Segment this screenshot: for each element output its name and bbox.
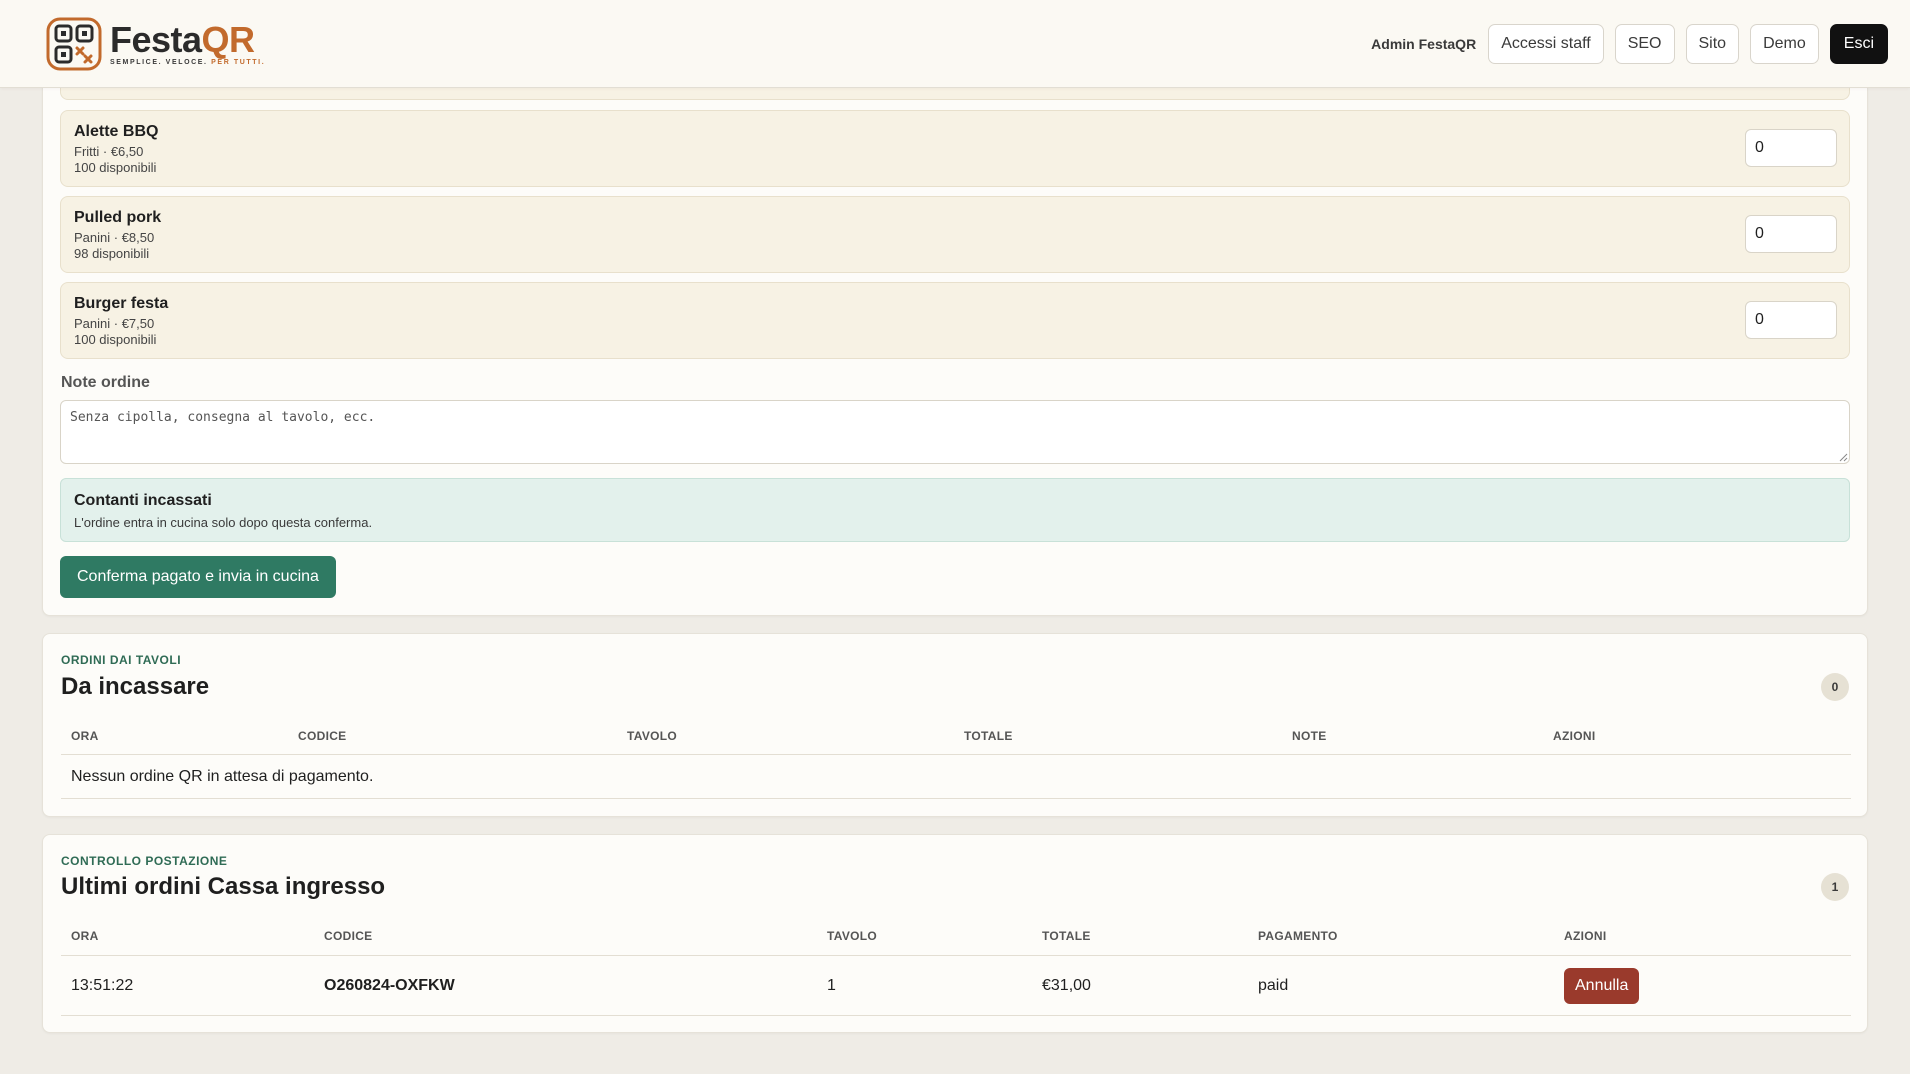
recent-eyebrow: CONTROLLO POSTAZIONE	[61, 854, 228, 868]
product-name: Pulled pork	[74, 209, 162, 226]
product-row: Alette BBQ Fritti · €6,50 100 disponibil…	[60, 110, 1850, 187]
staff-access-button[interactable]: Accessi staff	[1488, 24, 1604, 64]
column-header: NOTE	[1292, 729, 1327, 743]
product-row: Burger festa Panini · €7,50 100 disponib…	[60, 282, 1850, 359]
resize-grip-icon[interactable]	[1838, 452, 1848, 462]
order-notes-label: Note ordine	[61, 374, 150, 391]
table-divider	[61, 754, 1851, 755]
product-meta: Fritti · €6,50 100 disponibili	[74, 144, 156, 176]
order-code: O260824-OXFKW	[324, 977, 455, 994]
brand-tagline-main: SEMPLICE. VELOCE.	[110, 59, 208, 66]
brand-tagline: SEMPLICE. VELOCE. PER TUTTI.	[110, 59, 265, 66]
table-divider	[61, 798, 1851, 799]
product-availability: 98 disponibili	[74, 246, 150, 261]
table-divider	[61, 955, 1851, 956]
product-category-price: Panini · €7,50	[74, 316, 155, 331]
product-category-price: Fritti · €6,50	[74, 144, 144, 159]
product-availability: 100 disponibili	[74, 160, 157, 175]
column-header: TAVOLO	[827, 929, 878, 943]
product-meta: Panini · €7,50 100 disponibili	[74, 316, 156, 348]
brand-name-part1: Festa	[110, 19, 202, 60]
order-payment-status: paid	[1258, 977, 1289, 994]
column-header: TOTALE	[1042, 929, 1091, 943]
product-name: Alette BBQ	[74, 123, 159, 140]
brand-name: FestaQR	[110, 22, 265, 58]
product-row: Pulled pork Panini · €8,50 98 disponibil…	[60, 196, 1850, 273]
cash-collected-title: Contanti incassati	[74, 492, 212, 509]
seo-button[interactable]: SEO	[1614, 24, 1675, 64]
pending-orders-card: ORDINI DAI TAVOLI Da incassare 0 ORA COD…	[42, 633, 1868, 817]
qr-logo-icon	[46, 17, 102, 71]
order-total: €31,00	[1042, 977, 1091, 994]
pending-count-badge: 0	[1821, 673, 1849, 701]
column-header: AZIONI	[1553, 729, 1596, 743]
festaqr-logo[interactable]: FestaQR SEMPLICE. VELOCE. PER TUTTI.	[46, 17, 265, 71]
column-header: TAVOLO	[627, 729, 678, 743]
top-bar: FestaQR SEMPLICE. VELOCE. PER TUTTI. Adm…	[0, 0, 1910, 88]
pending-eyebrow: ORDINI DAI TAVOLI	[61, 653, 182, 667]
table-divider	[61, 1015, 1851, 1016]
product-quantity-input[interactable]: 0	[1745, 215, 1837, 253]
recent-count-badge: 1	[1821, 873, 1849, 901]
pending-title: Da incassare	[61, 673, 210, 700]
logout-button[interactable]: Esci	[1829, 24, 1888, 64]
product-quantity-input[interactable]: 0	[1745, 129, 1837, 167]
column-header: ORA	[71, 929, 99, 943]
column-header: PAGAMENTO	[1258, 929, 1338, 943]
order-table: 1	[827, 977, 836, 994]
column-header: AZIONI	[1564, 929, 1607, 943]
brand-tagline-accent: PER TUTTI.	[211, 59, 266, 66]
column-header: ORA	[71, 729, 99, 743]
admin-label: Admin FestaQR	[1371, 36, 1477, 52]
confirm-paid-button[interactable]: Conferma pagato e invia in cucina	[60, 556, 336, 598]
column-header: CODICE	[324, 929, 373, 943]
empty-state-message: Nessun ordine QR in attesa di pagamento.	[71, 768, 374, 785]
column-header: CODICE	[298, 729, 347, 743]
column-header: TOTALE	[964, 729, 1013, 743]
demo-button[interactable]: Demo	[1750, 24, 1819, 64]
recent-orders-card: CONTROLLO POSTAZIONE Ultimi ordini Cassa…	[42, 834, 1868, 1033]
cancel-order-button[interactable]: Annulla	[1564, 968, 1640, 1004]
brand-name-part2: QR	[201, 19, 256, 60]
order-time: 13:51:22	[71, 977, 134, 994]
product-meta: Panini · €8,50 98 disponibili	[74, 230, 154, 262]
product-category-price: Panini · €8,50	[74, 230, 155, 245]
cash-collected-subtitle: L'ordine entra in cucina solo dopo quest…	[74, 515, 373, 530]
cash-collected-box: Contanti incassati L'ordine entra in cuc…	[60, 478, 1850, 542]
order-notes-textarea[interactable]: Senza cipolla, consegna al tavolo, ecc.	[60, 400, 1850, 464]
top-nav: Admin FestaQR Accessi staff SEO Sito Dem…	[1371, 24, 1888, 64]
recent-title: Ultimi ordini Cassa ingresso	[61, 873, 386, 900]
product-quantity-input[interactable]: 0	[1745, 301, 1837, 339]
site-button[interactable]: Sito	[1685, 24, 1740, 64]
product-name: Burger festa	[74, 295, 169, 312]
product-availability: 100 disponibili	[74, 332, 157, 347]
